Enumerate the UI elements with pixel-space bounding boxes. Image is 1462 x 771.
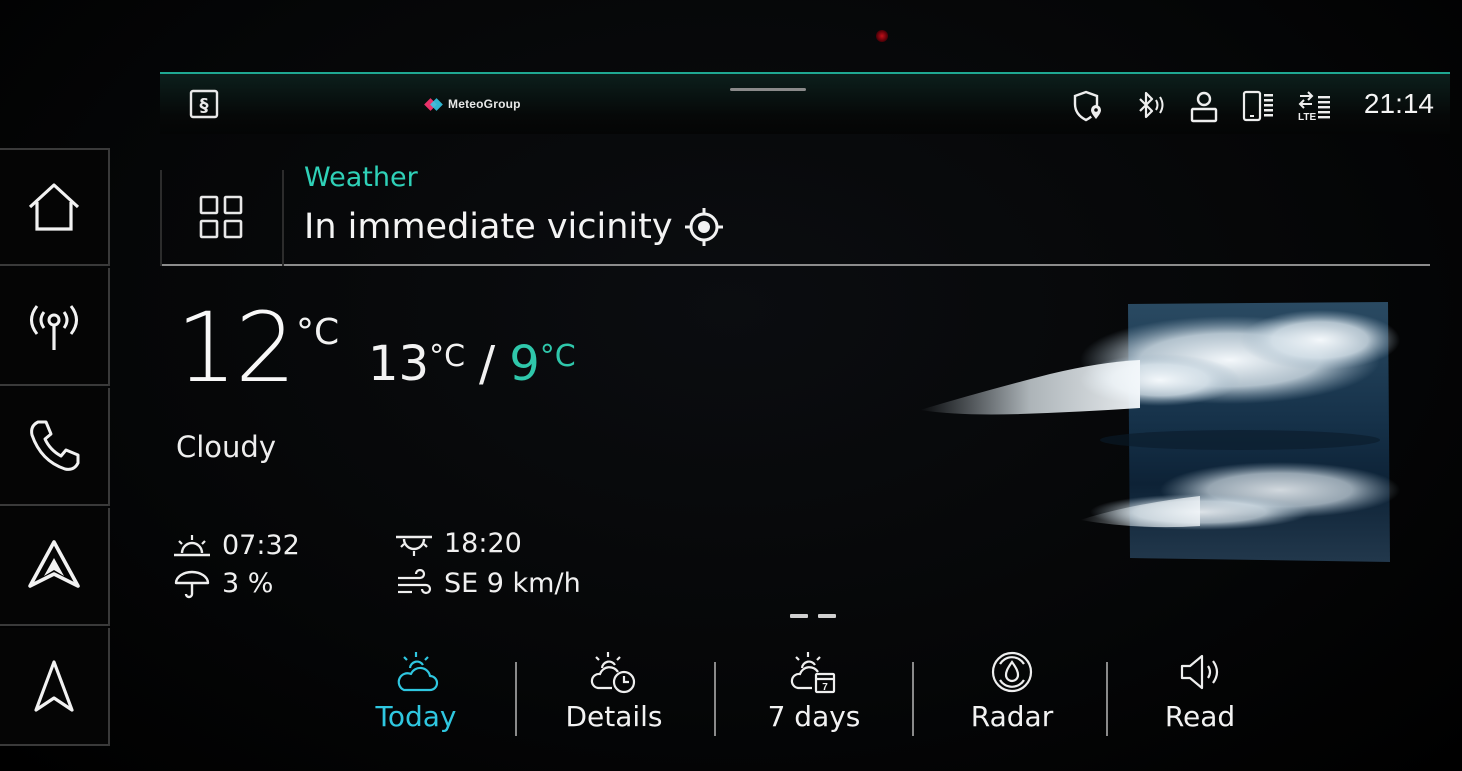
high-low-temperature: 13 °C / 9 °C bbox=[368, 340, 576, 388]
sun-cloud-clock-icon bbox=[590, 652, 636, 694]
clock: 21:14 bbox=[1363, 88, 1434, 119]
nav-radio[interactable] bbox=[0, 268, 110, 386]
weather-tab-bar: Today Details 7 7 days Radar Read bbox=[318, 648, 1318, 748]
left-navigation bbox=[0, 148, 112, 748]
pull-down-handle[interactable] bbox=[730, 88, 806, 91]
tab-details-label: Details bbox=[565, 700, 663, 733]
precipitation-value: 3 % bbox=[222, 568, 274, 599]
high-low-separator: / bbox=[479, 336, 496, 392]
tab-today[interactable]: Today bbox=[318, 648, 514, 748]
home-icon bbox=[28, 183, 80, 231]
wind-icon bbox=[398, 568, 432, 594]
radar-drop-icon bbox=[991, 651, 1033, 693]
privacy-shield-location-icon[interactable] bbox=[1070, 88, 1106, 124]
tab-details[interactable]: Details bbox=[516, 648, 712, 748]
sunset-stat: 18:20 bbox=[394, 528, 522, 559]
precipitation-stat: 3 % bbox=[172, 568, 273, 599]
wind-value: SE 9 km/h bbox=[444, 568, 581, 599]
low-temperature-unit: °C bbox=[539, 339, 576, 374]
low-temperature: 9 bbox=[509, 336, 540, 392]
weather-condition: Cloudy bbox=[176, 430, 276, 464]
apps-button[interactable] bbox=[160, 170, 284, 266]
speaker-icon bbox=[1180, 654, 1219, 690]
bluetooth-audio-icon[interactable] bbox=[1130, 88, 1166, 124]
smart-app-s-icon[interactable]: § bbox=[188, 88, 220, 120]
phone-signal-icon[interactable] bbox=[1240, 88, 1276, 124]
tab-read[interactable]: Read bbox=[1102, 648, 1298, 748]
meteogroup-logo bbox=[424, 98, 443, 111]
sun-cloud-icon bbox=[397, 652, 439, 692]
tab-7-days[interactable]: 7 7 days bbox=[716, 648, 912, 748]
tab-today-label: Today bbox=[375, 700, 457, 733]
weather-header: Weather In immediate vicinity bbox=[160, 160, 1430, 266]
tab-read-label: Read bbox=[1164, 700, 1236, 733]
page-dot-1 bbox=[790, 614, 808, 618]
app-title: Weather bbox=[304, 162, 418, 193]
navigation-arrow-icon bbox=[34, 660, 74, 712]
svg-text:7: 7 bbox=[822, 682, 828, 693]
lte-data-icon[interactable]: LTE bbox=[1296, 88, 1332, 124]
current-temperature-unit: °C bbox=[296, 312, 340, 353]
sunrise-time: 07:32 bbox=[222, 530, 300, 561]
nav-android-auto[interactable] bbox=[0, 508, 110, 626]
phone-icon bbox=[30, 420, 80, 471]
current-temperature: 12 bbox=[176, 292, 296, 404]
sunset-icon bbox=[396, 535, 432, 556]
page-dot-2 bbox=[818, 614, 836, 618]
nav-navigation[interactable] bbox=[0, 628, 110, 746]
nav-home[interactable] bbox=[0, 148, 110, 266]
sunrise-icon bbox=[174, 534, 210, 556]
status-bar: § MeteoGroup LTE 21:14 bbox=[160, 72, 1450, 134]
location-label: In immediate vicinity bbox=[304, 207, 673, 247]
tab-radar[interactable]: Radar bbox=[914, 648, 1110, 748]
tab-radar-label: Radar bbox=[970, 700, 1054, 733]
sun-cloud-calendar-icon: 7 bbox=[790, 652, 836, 694]
location-selector[interactable]: In immediate vicinity bbox=[304, 206, 725, 248]
sunset-time: 18:20 bbox=[444, 528, 522, 559]
tab-7-days-label: 7 days bbox=[767, 700, 861, 733]
high-temperature: 13 bbox=[368, 336, 430, 392]
cloud-illustration bbox=[920, 302, 1400, 562]
umbrella-icon bbox=[174, 570, 210, 598]
crosshair-locate-icon bbox=[684, 208, 723, 246]
user-profile-icon[interactable] bbox=[1186, 88, 1222, 124]
sunrise-stat: 07:32 bbox=[172, 530, 300, 561]
svg-text:§: § bbox=[200, 95, 209, 116]
meteogroup-brand: MeteoGroup bbox=[424, 94, 521, 114]
wind-stat: SE 9 km/h bbox=[394, 568, 581, 599]
app-grid-icon bbox=[199, 195, 243, 239]
page-indicator bbox=[790, 614, 836, 618]
camera-indicator bbox=[876, 30, 888, 42]
high-temperature-unit: °C bbox=[429, 339, 466, 374]
nav-phone[interactable] bbox=[0, 388, 110, 506]
brand-label: MeteoGroup bbox=[448, 97, 521, 111]
infotainment-screen: § MeteoGroup LTE 21:14 Weather In immedi… bbox=[0, 0, 1462, 771]
android-auto-icon bbox=[28, 540, 80, 588]
radio-antenna-icon bbox=[30, 305, 78, 350]
svg-text:LTE: LTE bbox=[1298, 112, 1316, 123]
